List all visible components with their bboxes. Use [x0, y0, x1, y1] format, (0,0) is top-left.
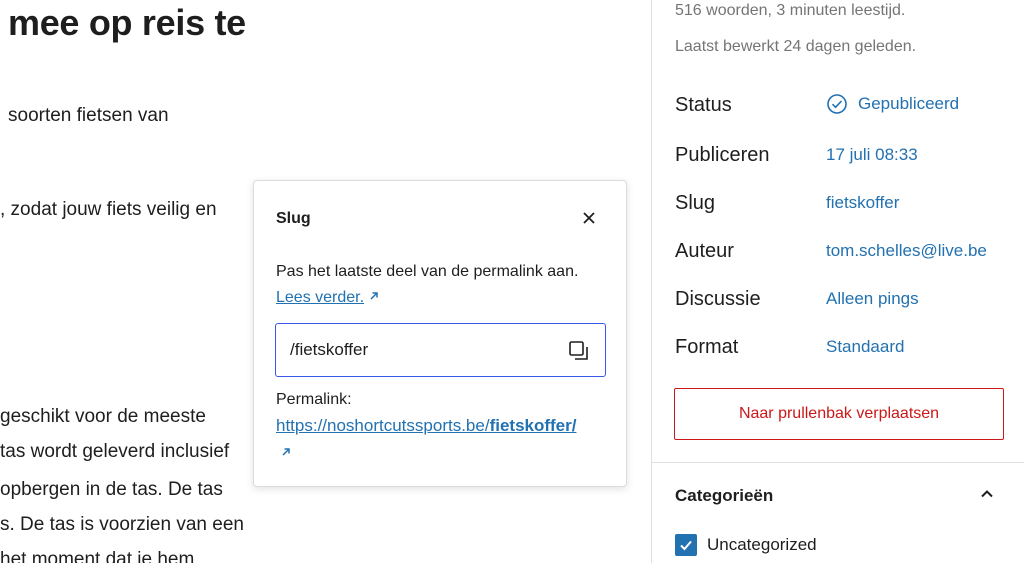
category-label-uncategorized: Uncategorized [707, 535, 817, 554]
slug-input-wrapper[interactable] [275, 323, 606, 377]
publish-date-button[interactable]: 17 juli 08:33 [826, 145, 918, 165]
status-value-button[interactable]: Gepubliceerd [826, 93, 959, 115]
paragraph-line[interactable]: geschikt voor de meeste [0, 406, 206, 428]
permalink-link[interactable]: https://noshortcutssports.be/fietskoffer… [276, 416, 576, 436]
categories-panel-title[interactable]: Categorieën [675, 486, 773, 506]
published-check-icon [827, 94, 847, 114]
word-count: 516 woorden, 3 minuten leestijd. [675, 2, 906, 19]
slug-label: Slug [675, 192, 716, 214]
move-to-trash-button[interactable]: Naar prullenbak verplaatsen [674, 388, 1004, 440]
categories-toggle[interactable] [975, 482, 999, 506]
paragraph-line[interactable]: soorten fietsen van [8, 105, 169, 127]
copy-button[interactable] [566, 338, 592, 364]
format-value-button[interactable]: Standaard [826, 337, 904, 357]
permalink-label: Permalink: [276, 391, 352, 408]
slug-help: Pas het laatste deel van de permalink aa… [276, 259, 606, 311]
permalink-trail: / [571, 416, 577, 435]
close-button[interactable] [576, 205, 602, 231]
author-value-button[interactable]: tom.schelles@live.be [826, 241, 987, 261]
popover-title: Slug [276, 210, 311, 227]
copy-icon [569, 341, 588, 360]
chevron-up-icon [981, 490, 993, 498]
slug-value-button[interactable]: fietskoffer [826, 193, 899, 213]
external-link-icon [368, 285, 380, 311]
paragraph-line[interactable]: opbergen in de tas. De tas [0, 479, 223, 501]
external-link-icon[interactable] [280, 445, 292, 463]
close-icon [583, 212, 595, 224]
slug-popover: Slug Pas het laatste deel van de permali… [253, 180, 627, 487]
author-label: Auteur [675, 240, 734, 262]
read-more-link[interactable]: Lees verder. [276, 289, 364, 306]
slug-input[interactable] [290, 338, 552, 362]
category-checkbox-uncategorized[interactable] [675, 534, 697, 556]
permalink-base: https://noshortcutssports.be/ [276, 416, 490, 435]
status-label: Status [675, 94, 732, 116]
discussion-label: Discussie [675, 288, 761, 310]
post-settings-sidebar: 516 woorden, 3 minuten leestijd. Laatst … [651, 0, 1024, 563]
panel-divider [652, 462, 1024, 463]
status-value: Gepubliceerd [858, 94, 960, 113]
format-label: Format [675, 336, 739, 358]
publish-label: Publiceren [675, 144, 770, 166]
paragraph-line[interactable]: tas wordt geleverd inclusief [0, 441, 229, 463]
post-title[interactable]: mee op reis te [8, 2, 246, 44]
paragraph-line[interactable]: s. De tas is voorzien van een [0, 514, 244, 536]
paragraph-line[interactable]: het moment dat je hem [0, 549, 194, 563]
discussion-value-button[interactable]: Alleen pings [826, 289, 919, 309]
last-edited: Laatst bewerkt 24 dagen geleden. [675, 38, 917, 55]
paragraph-line[interactable]: , zodat jouw fiets veilig en [0, 199, 217, 221]
slug-help-text: Pas het laatste deel van de permalink aa… [276, 263, 579, 280]
checkmark-icon [680, 540, 692, 551]
permalink-slug: fietskoffer [489, 416, 572, 435]
